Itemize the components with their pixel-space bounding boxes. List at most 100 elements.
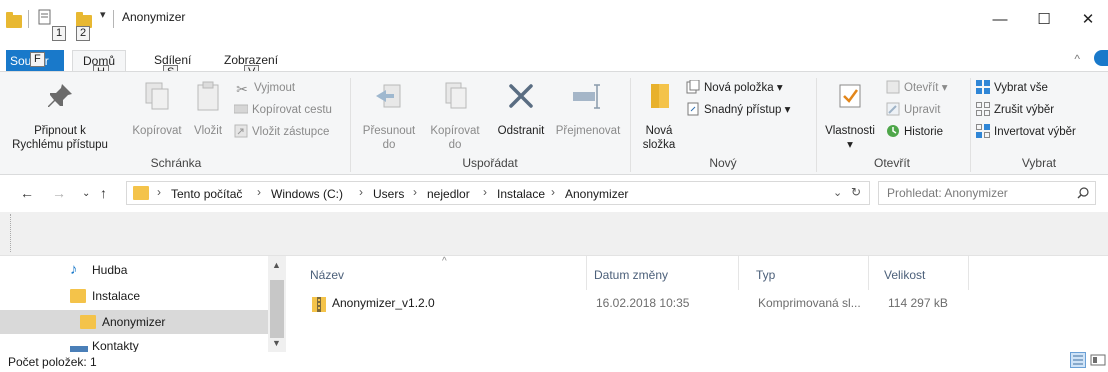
breadcrumb-this-pc[interactable]: Tento počítač	[171, 187, 242, 201]
column-divider[interactable]	[738, 256, 739, 290]
divider	[28, 10, 29, 28]
nav-item-hudba[interactable]: ♪ Hudba	[0, 258, 268, 282]
keytip-2: 2	[76, 26, 91, 41]
pin-to-quick-access-button[interactable]: Připnout k Rychlému přístupu	[4, 80, 116, 152]
breadcrumb-nejedlor[interactable]: nejedlor	[427, 187, 470, 201]
column-header-date[interactable]: Datum změny	[594, 264, 668, 286]
nav-pane-scrollbar[interactable]: ▲ ▼	[268, 256, 286, 352]
file-date: 16.02.2018 10:35	[596, 296, 690, 310]
folder-icon	[6, 12, 22, 28]
paste-button[interactable]: Vložit	[188, 80, 228, 138]
new-folder-label-line1: Nová	[645, 125, 673, 137]
back-arrow-icon[interactable]: ←	[20, 185, 34, 201]
nav-item-kontakty[interactable]: Kontakty	[0, 340, 268, 352]
easy-access-label: Snadný přístup	[704, 104, 782, 116]
breadcrumb-separator-icon: ›	[157, 185, 161, 199]
minimize-button[interactable]: —	[978, 4, 1022, 34]
copy-path-label: Kopírovat cestu	[252, 104, 332, 116]
maximize-button[interactable]: ☐	[1022, 4, 1066, 34]
address-bar[interactable]: › Tento počítač › Windows (C:) › Users ›…	[126, 181, 870, 205]
edit-label: Upravit	[904, 104, 941, 116]
copy-path-button[interactable]: Kopírovat cestu	[234, 100, 332, 120]
edit-button[interactable]: Upravit	[886, 100, 940, 120]
scrollbar-thumb[interactable]	[270, 280, 284, 338]
move-to-button[interactable]: Přesunout do	[356, 80, 422, 152]
nav-item-instalace[interactable]: Instalace	[0, 284, 268, 308]
column-divider[interactable]	[868, 256, 869, 290]
folder-icon	[70, 289, 86, 303]
up-arrow-icon[interactable]: ↑	[100, 185, 107, 201]
pin-icon	[48, 84, 72, 107]
column-header-size[interactable]: Velikost	[884, 264, 925, 286]
breadcrumb-windows-c[interactable]: Windows (C:)	[271, 187, 343, 201]
forward-arrow-icon[interactable]: →	[52, 185, 66, 201]
new-item-button[interactable]: Nová položka ▾	[686, 78, 783, 98]
breadcrumb-instalace[interactable]: Instalace	[497, 187, 545, 201]
column-header-type[interactable]: Typ	[756, 264, 775, 286]
cut-label: Vyjmout	[254, 82, 296, 94]
easy-access-button[interactable]: Snadný přístup ▾	[686, 100, 790, 120]
rename-button[interactable]: Přejmenovat	[552, 80, 624, 138]
move-to-label-line2: do	[382, 139, 396, 151]
breadcrumb-separator-icon: ›	[257, 185, 261, 199]
column-header-name[interactable]: Název	[310, 264, 344, 286]
zip-folder-icon	[312, 297, 326, 312]
select-all-button[interactable]: Vybrat vše	[976, 78, 1048, 98]
group-label-open: Otevřít	[873, 156, 910, 170]
collapse-ribbon-icon[interactable]: ^	[1074, 52, 1080, 66]
column-divider[interactable]	[968, 256, 969, 290]
history-icon	[887, 125, 899, 137]
delete-button[interactable]: Odstranit	[490, 80, 552, 138]
group-divider	[350, 78, 351, 172]
select-none-button[interactable]: Zrušit výběr	[976, 100, 1054, 120]
refresh-icon[interactable]: ↻	[851, 185, 861, 199]
recent-locations-chevron-icon[interactable]: ⌄	[82, 188, 90, 199]
copy-button[interactable]: Kopírovat	[126, 80, 188, 138]
breadcrumb-separator-icon: ›	[483, 185, 487, 199]
help-icon[interactable]	[1094, 50, 1108, 66]
copy-label: Kopírovat	[132, 125, 182, 137]
file-name: Anonymizer_v1.2.0	[332, 296, 435, 310]
dropdown-arrow-icon: ▾	[776, 82, 783, 94]
select-all-icon	[976, 80, 990, 94]
close-button[interactable]: ✕	[1066, 4, 1108, 34]
details-view-icon[interactable]	[1070, 352, 1086, 368]
group-label-organize: Uspořádat	[462, 156, 518, 170]
delete-x-icon	[509, 84, 533, 108]
file-list: ^ Název Datum změny Typ Velikost Anonymi…	[286, 256, 1108, 352]
copy-icon	[145, 82, 169, 110]
new-folder-button[interactable]: Nová složka	[636, 80, 682, 152]
copy-to-button[interactable]: Kopírovat do	[422, 80, 488, 152]
search-input[interactable]: Prohledat: Anonymizer	[878, 181, 1096, 205]
paste-shortcut-button[interactable]: Vložit zástupce	[234, 122, 329, 142]
open-button[interactable]: Otevřít ▾	[886, 78, 948, 98]
pin-label-line1: Připnout k	[34, 125, 86, 137]
nav-item-anonymizer[interactable]: Anonymizer	[0, 310, 268, 334]
customize-quick-access-icon[interactable]: ▾	[100, 8, 106, 21]
select-none-icon	[976, 102, 990, 116]
large-icons-view-icon[interactable]	[1090, 352, 1106, 368]
properties-quick-icon[interactable]	[38, 9, 52, 26]
scroll-up-arrow-icon[interactable]: ▲	[272, 260, 281, 270]
invert-selection-button[interactable]: Invertovat výběr	[976, 122, 1076, 142]
new-folder-icon	[651, 84, 669, 108]
scissors-icon: ✂	[236, 81, 248, 97]
scroll-down-arrow-icon[interactable]: ▼	[272, 338, 281, 348]
toolbar-strip	[0, 212, 1108, 256]
history-button[interactable]: Historie	[886, 122, 943, 142]
open-label: Otevřít	[904, 82, 939, 94]
folder-icon	[133, 186, 149, 200]
column-divider[interactable]	[586, 256, 587, 290]
move-to-label-line1: Přesunout	[362, 125, 416, 137]
group-label-clipboard: Schránka	[150, 156, 202, 170]
divider	[113, 10, 114, 28]
breadcrumb-anonymizer[interactable]: Anonymizer	[565, 187, 628, 201]
invert-selection-icon	[976, 124, 990, 138]
cut-button[interactable]: ✂ Vyjmout	[234, 78, 295, 98]
properties-button[interactable]: Vlastnosti ▾	[818, 80, 882, 152]
title-bar: 1 2 ▾ Anonymizer — ☐ ✕	[0, 0, 1108, 41]
breadcrumb-users[interactable]: Users	[373, 187, 404, 201]
window-title: Anonymizer	[122, 10, 186, 24]
address-history-chevron-icon[interactable]: ⌄	[833, 186, 842, 199]
history-label: Historie	[904, 126, 943, 138]
